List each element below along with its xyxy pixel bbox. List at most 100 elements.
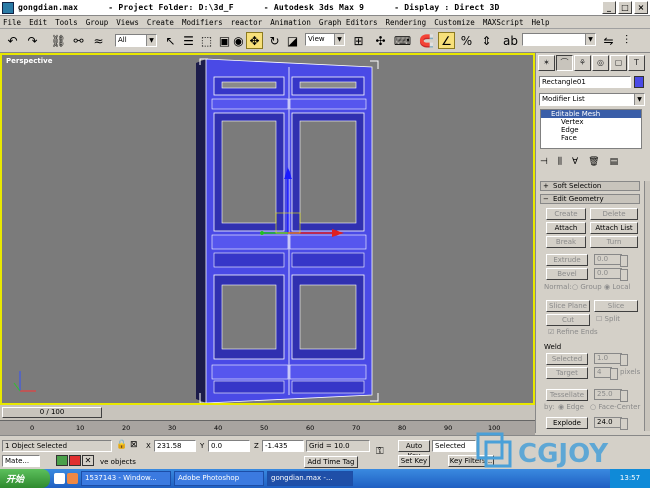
set-key-button[interactable]: Set Key [398,455,430,467]
split-checkbox[interactable]: ☐ Split [596,315,620,323]
menu-help[interactable]: Help [531,18,549,27]
normal-local-radio[interactable]: ◉ Local [604,283,631,291]
key-mode-dropdown[interactable]: Selected [432,440,476,452]
pin-stack-icon[interactable]: ⊣ [540,157,548,167]
hierarchy-tab-icon[interactable]: ⚘ [574,55,591,71]
attach-button[interactable]: Attach [546,222,586,234]
stack-face[interactable]: Face [541,134,641,142]
quick-launch-icon[interactable] [54,473,65,484]
auto-key-button[interactable]: Auto Key [398,440,430,460]
pivot-center-icon[interactable]: ⊞ [350,32,367,49]
selection-filter-dropdown[interactable]: All ▼ [115,34,157,47]
start-button[interactable]: 开始 [0,469,50,488]
select-manipulate-icon[interactable]: ◉ [230,32,247,49]
break-button[interactable]: Break [546,236,586,248]
menu-graph-editors[interactable]: Graph Editors [319,18,378,27]
menu-file[interactable]: File [3,18,21,27]
stack-vertex[interactable]: Vertex [541,118,641,126]
menu-create[interactable]: Create [147,18,174,27]
create-button[interactable]: Create [546,208,586,220]
modify-tab-icon[interactable]: ⌒ [556,55,573,71]
stack-edge[interactable]: Edge [541,126,641,134]
maxscript-listener[interactable]: Mate... [2,455,40,467]
angle-snap-icon[interactable]: ∠ [438,32,455,49]
bind-space-warp-icon[interactable]: ≈ [90,32,107,49]
rectangular-selection-icon[interactable]: ⬚ [198,32,215,49]
mirror-icon[interactable]: ⇋ [600,32,617,49]
keyboard-shortcut-override-icon[interactable]: ⌨ [394,32,411,49]
extrude-button[interactable]: Extrude [546,254,588,266]
explode-button[interactable]: Explode [546,417,588,429]
select-by-name-icon[interactable]: ☰ [180,32,197,49]
utilities-tab-icon[interactable]: T [628,55,645,71]
soft-selection-rollout[interactable]: + Soft Selection [540,181,640,191]
close-button[interactable]: × [634,1,648,14]
select-rotate-icon[interactable]: ↻ [266,32,283,49]
make-unique-icon[interactable]: ∀ [572,157,578,167]
select-scale-icon[interactable]: ◪ [284,32,301,49]
modifier-stack[interactable]: Editable Mesh Vertex Edge Face [540,109,642,149]
object-color-swatch[interactable] [634,76,644,88]
turn-button[interactable]: Turn [590,236,638,248]
weld-threshold-spinner[interactable]: 1.0 [594,353,628,366]
menu-edit[interactable]: Edit [29,18,47,27]
modifier-list-dropdown[interactable]: Modifier List ▼ [539,93,645,106]
display-tab-icon[interactable]: ▢ [610,55,627,71]
clear-status-icon[interactable]: ✕ [82,455,94,466]
remove-modifier-icon[interactable]: 🗑 [588,157,599,167]
x-coordinate[interactable]: 231.58 [154,440,196,452]
bevel-button[interactable]: Bevel [546,268,588,280]
configure-modifier-sets-icon[interactable]: ▤ [610,157,619,167]
object-name-field[interactable]: Rectangle01 [539,76,631,88]
absolute-mode-icon[interactable]: ⊠ [130,440,138,450]
lock-selection-icon[interactable]: 🔒 [116,440,127,450]
align-icon[interactable]: ⫶ [618,32,635,49]
by-edge-radio[interactable]: ◉ Edge [558,403,584,411]
select-move-icon[interactable]: ✥ [246,32,263,49]
named-selection-dropdown[interactable]: ▼ [522,33,596,46]
time-slider[interactable]: 0 / 100 [2,407,102,418]
tessellate-tension-spinner[interactable]: 25.0 [594,389,628,402]
weld-selected-button[interactable]: Selected [546,353,588,365]
slice-button[interactable]: Slice [594,300,638,312]
tessellate-button[interactable]: Tessellate [546,389,588,401]
spinner-snap-icon[interactable]: ⇕ [478,32,495,49]
show-end-result-icon[interactable]: ⫼ [558,157,562,167]
menu-reactor[interactable]: reactor [231,18,263,27]
track-bar[interactable]: 0 10 20 30 40 50 60 70 80 90 100 [0,420,535,435]
perspective-viewport[interactable]: Perspective [0,53,535,405]
menu-tools[interactable]: Tools [55,18,78,27]
z-coordinate[interactable]: -1.435 [262,440,304,452]
create-tab-icon[interactable]: ✶ [538,55,555,71]
taskbar-item-active[interactable]: gongdian.max -... [267,471,353,486]
edit-named-selection-icon[interactable]: ab [502,32,519,49]
cut-button[interactable]: Cut [546,314,590,326]
attach-list-button[interactable]: Attach List [590,222,638,234]
key-filters-button[interactable]: Key Filters... [448,455,494,467]
select-link-icon[interactable]: ⛓ [50,32,67,49]
undo-icon[interactable]: ↶ [4,32,21,49]
command-panel-scrollbar[interactable] [644,181,650,431]
taskbar-item[interactable]: 1537143 - Window... [81,471,171,486]
reference-coordinate-dropdown[interactable]: View ▼ [305,33,345,46]
extrude-spinner[interactable]: 0.0 [594,254,628,267]
menu-views[interactable]: Views [116,18,139,27]
explode-angle-spinner[interactable]: 24.0 [594,417,628,430]
snaps-toggle-icon[interactable]: 🧲 [418,32,435,49]
taskbar-item[interactable]: Adobe Photoshop [174,471,264,486]
menu-maxscript[interactable]: MAXScript [483,18,524,27]
menu-rendering[interactable]: Rendering [386,18,427,27]
unlink-icon[interactable]: ⚯ [70,32,87,49]
normal-group-radio[interactable]: ○ Group [572,283,602,291]
delete-button[interactable]: Delete [590,208,638,220]
maximize-button[interactable]: □ [618,1,632,14]
menu-group[interactable]: Group [86,18,109,27]
percent-snap-icon[interactable]: % [458,32,475,49]
edit-geometry-rollout[interactable]: − Edit Geometry [540,194,640,204]
menu-customize[interactable]: Customize [434,18,475,27]
menu-animation[interactable]: Animation [270,18,311,27]
by-face-center-radio[interactable]: ○ Face-Center [590,403,640,411]
key-icon[interactable]: ⚿ [376,446,384,457]
select-object-icon[interactable]: ↖ [162,32,179,49]
menu-modifiers[interactable]: Modifiers [182,18,223,27]
